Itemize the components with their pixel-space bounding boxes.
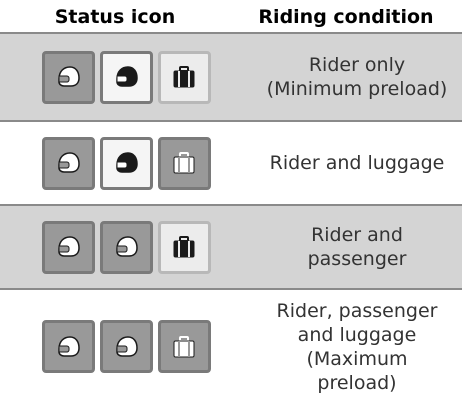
table-row: Rider, passenger and luggage (Maximum prelo… (0, 290, 462, 403)
luggage-icon (170, 233, 198, 261)
status-icons-cell (0, 206, 252, 288)
status-icons-cell (0, 290, 252, 403)
luggage-indicator (157, 50, 211, 104)
luggage-icon (170, 149, 198, 177)
luggage-indicator (157, 220, 211, 274)
rider-helmet-icon (54, 63, 82, 91)
passenger-helmet-indicator (99, 220, 153, 274)
passenger-helmet-indicator (99, 136, 153, 190)
condition-text: Rider only (Minimum preload) (267, 53, 448, 101)
luggage-icon (170, 63, 198, 91)
status-icon-header: Status icon (54, 6, 176, 28)
condition-line: preload) (317, 371, 397, 394)
riding-condition-cell: Rider only (Minimum preload) (252, 34, 462, 120)
table-header: Status icon Riding condition (0, 0, 462, 32)
condition-text: Rider and luggage (270, 151, 445, 175)
rider-helmet-indicator (41, 320, 95, 373)
luggage-indicator (157, 320, 211, 373)
table-row: Rider and luggage (0, 122, 462, 204)
condition-line: Rider and (311, 224, 403, 246)
preload-table: Status icon Riding condition Rider only(… (0, 0, 462, 403)
luggage-indicator (157, 136, 211, 190)
condition-line: and luggage (297, 323, 417, 346)
riding-condition-header: Riding condition (258, 6, 434, 28)
table-row: Rider only (Minimum preload) (0, 34, 462, 120)
rider-helmet-icon (54, 233, 82, 261)
rider-helmet-icon (54, 333, 82, 361)
rider-helmet-indicator (41, 50, 95, 104)
condition-text: Rider, passenger and luggage (Maximum prelo… (277, 299, 438, 395)
rider-helmet-indicator (41, 220, 95, 274)
condition-line: Rider, passenger (276, 299, 438, 322)
passenger-helmet-icon (112, 333, 140, 361)
passenger-helmet-icon (112, 233, 140, 261)
condition-line: (Maximum (306, 347, 408, 370)
passenger-helmet-icon (112, 63, 140, 91)
riding-condition-cell: Rider and luggage (252, 122, 462, 204)
status-icons-cell (0, 34, 252, 120)
rider-helmet-indicator (41, 136, 95, 190)
passenger-helmet-indicator (99, 320, 153, 373)
luggage-icon (170, 333, 198, 361)
condition-line: passenger (307, 248, 407, 270)
status-icons-cell (0, 122, 252, 204)
condition-line: (Minimum preload) (266, 78, 448, 100)
passenger-helmet-indicator (99, 50, 153, 104)
rider-helmet-icon (54, 149, 82, 177)
condition-line: Rider only (308, 54, 406, 76)
riding-condition-cell: Rider, passenger and luggage (Maximum prelo… (252, 290, 462, 403)
condition-line: Rider and luggage (269, 152, 445, 174)
table-row: Rider and passenger (0, 206, 462, 288)
riding-condition-cell: Rider and passenger (252, 206, 462, 288)
condition-text: Rider and passenger (308, 223, 407, 271)
passenger-helmet-icon (112, 149, 140, 177)
